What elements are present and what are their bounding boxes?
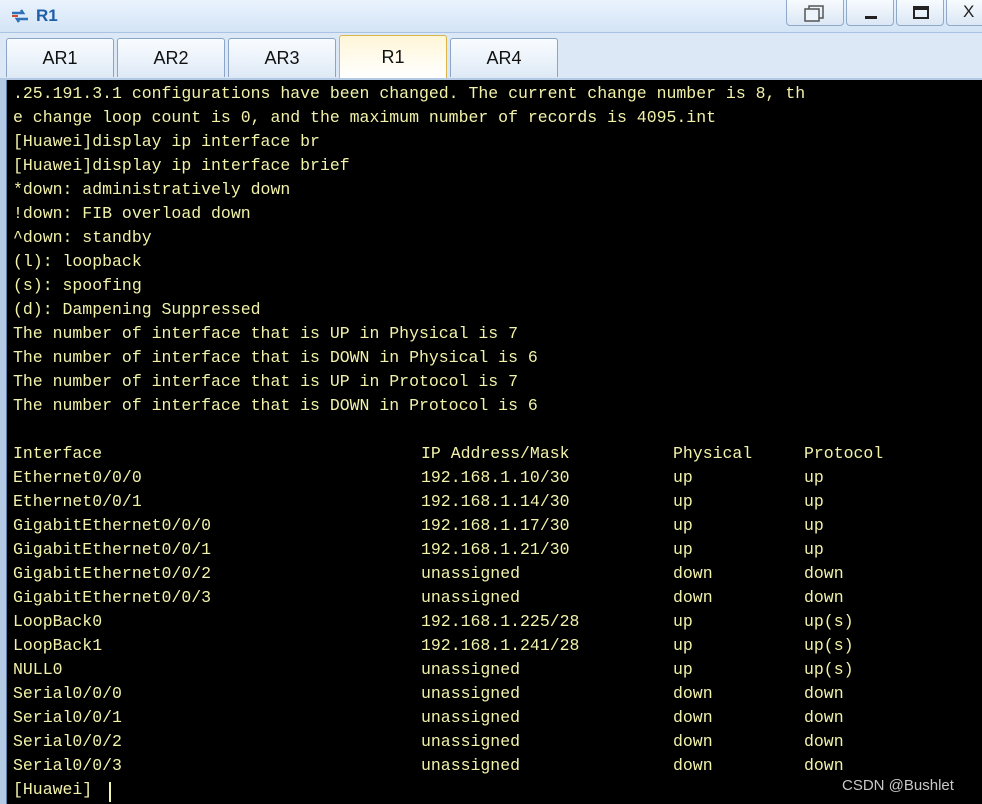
- protocol-status-cell: up: [804, 540, 824, 559]
- terminal-output-line: (s): spoofing: [13, 276, 142, 295]
- terminal-output-line: [Huawei]display ip interface brief: [13, 156, 350, 175]
- physical-status-cell: up: [673, 492, 693, 511]
- terminal-output-line: *down: administratively down: [13, 180, 291, 199]
- protocol-status-cell: up: [804, 516, 824, 535]
- interface-cell: Serial0/0/1: [13, 708, 122, 727]
- ip-address-cell: unassigned: [421, 684, 521, 703]
- physical-status-cell: up: [673, 660, 693, 679]
- maximize-button[interactable]: [896, 0, 944, 26]
- protocol-status-cell: down: [804, 708, 844, 727]
- interface-cell: GigabitEthernet0/0/1: [13, 540, 212, 559]
- physical-status-cell: up: [673, 636, 693, 655]
- terminal-output-line: [Huawei]display ip interface br: [13, 132, 320, 151]
- physical-status-cell: up: [673, 516, 693, 535]
- router-icon: [10, 8, 30, 24]
- window-title: R1: [36, 6, 58, 25]
- tab-ar3[interactable]: AR3: [228, 38, 336, 77]
- restore-icon: [804, 5, 824, 22]
- terminal-output-line: .25.191.3.1 configurations have been cha…: [13, 84, 806, 103]
- terminal-output-line: The number of interface that is DOWN in …: [13, 348, 538, 367]
- terminal-output-line: (d): Dampening Suppressed: [13, 300, 261, 319]
- title-bar[interactable]: R1 X: [0, 0, 982, 33]
- ip-address-cell: 192.168.1.10/30: [421, 468, 570, 487]
- terminal-prompt[interactable]: [Huawei]: [13, 778, 92, 802]
- ip-address-cell: unassigned: [421, 564, 521, 583]
- interface-cell: Ethernet0/0/1: [13, 492, 142, 511]
- protocol-status-cell: up: [804, 468, 824, 487]
- interface-cell: LoopBack1: [13, 636, 103, 655]
- text-cursor: [109, 782, 111, 802]
- ip-address-cell: unassigned: [421, 588, 521, 607]
- ip-address-cell: unassigned: [421, 756, 521, 775]
- protocol-status-cell: up: [804, 492, 824, 511]
- terminal-output-line: The number of interface that is UP in Pr…: [13, 372, 518, 391]
- ip-address-cell: 192.168.1.241/28: [421, 636, 580, 655]
- protocol-status-cell: down: [804, 684, 844, 703]
- interface-cell: GigabitEthernet0/0/0: [13, 516, 212, 535]
- physical-status-cell: up: [673, 468, 693, 487]
- physical-status-cell: up: [673, 612, 693, 631]
- tab-r1[interactable]: R1: [339, 35, 447, 78]
- ip-address-cell: 192.168.1.14/30: [421, 492, 570, 511]
- physical-status-cell: down: [673, 756, 713, 775]
- ip-address-cell: unassigned: [421, 660, 521, 679]
- ip-address-cell: unassigned: [421, 732, 521, 751]
- terminal-output-line: !down: FIB overload down: [13, 204, 251, 223]
- protocol-status-cell: up(s): [804, 636, 854, 655]
- console-window: R1 X AR1 AR2 AR3 R1 AR4 .25.191.3.1 conf…: [0, 0, 982, 804]
- interface-cell: Ethernet0/0/0: [13, 468, 142, 487]
- interface-column-header: Interface: [13, 444, 103, 463]
- ip-address-cell: 192.168.1.21/30: [421, 540, 570, 559]
- terminal-output-line: e change loop count is 0, and the maximu…: [13, 108, 717, 127]
- close-icon: X: [963, 2, 975, 21]
- device-tab-bar: AR1 AR2 AR3 R1 AR4: [0, 33, 982, 78]
- physical-status-cell: down: [673, 564, 713, 583]
- interface-cell: Serial0/0/3: [13, 756, 122, 775]
- protocol-status-cell: down: [804, 588, 844, 607]
- terminal-output-line: The number of interface that is UP in Ph…: [13, 324, 518, 343]
- physical-status-cell: up: [673, 540, 693, 559]
- ip-address-column-header: IP Address/Mask: [421, 444, 570, 463]
- physical-status-cell: down: [673, 588, 713, 607]
- tab-ar4[interactable]: AR4: [450, 38, 558, 77]
- protocol-status-cell: down: [804, 756, 844, 775]
- ip-address-cell: 192.168.1.225/28: [421, 612, 580, 631]
- interface-cell: GigabitEthernet0/0/2: [13, 564, 212, 583]
- interface-cell: Serial0/0/0: [13, 684, 122, 703]
- protocol-status-cell: down: [804, 732, 844, 751]
- tab-ar2[interactable]: AR2: [117, 38, 225, 77]
- terminal-console[interactable]: .25.191.3.1 configurations have been cha…: [6, 80, 982, 804]
- restore-window-button[interactable]: [786, 0, 844, 26]
- interface-cell: LoopBack0: [13, 612, 103, 631]
- terminal-output-line: ^down: standby: [13, 228, 152, 247]
- physical-status-cell: down: [673, 732, 713, 751]
- maximize-icon: [913, 6, 929, 19]
- protocol-status-cell: up(s): [804, 612, 854, 631]
- physical-column-header: Physical: [673, 444, 753, 463]
- interface-cell: NULL0: [13, 660, 63, 679]
- physical-status-cell: down: [673, 708, 713, 727]
- terminal-output-line: (l): loopback: [13, 252, 142, 271]
- ip-address-cell: 192.168.1.17/30: [421, 516, 570, 535]
- minimize-icon: [865, 16, 877, 19]
- protocol-status-cell: down: [804, 564, 844, 583]
- watermark: CSDN @Bushlet: [842, 777, 954, 794]
- protocol-status-cell: up(s): [804, 660, 854, 679]
- tab-ar1[interactable]: AR1: [6, 38, 114, 77]
- close-button[interactable]: X: [946, 0, 982, 26]
- ip-address-cell: unassigned: [421, 708, 521, 727]
- physical-status-cell: down: [673, 684, 713, 703]
- terminal-output-line: The number of interface that is DOWN in …: [13, 396, 538, 415]
- minimize-button[interactable]: [846, 0, 894, 26]
- interface-cell: Serial0/0/2: [13, 732, 122, 751]
- protocol-column-header: Protocol: [804, 444, 884, 463]
- interface-cell: GigabitEthernet0/0/3: [13, 588, 212, 607]
